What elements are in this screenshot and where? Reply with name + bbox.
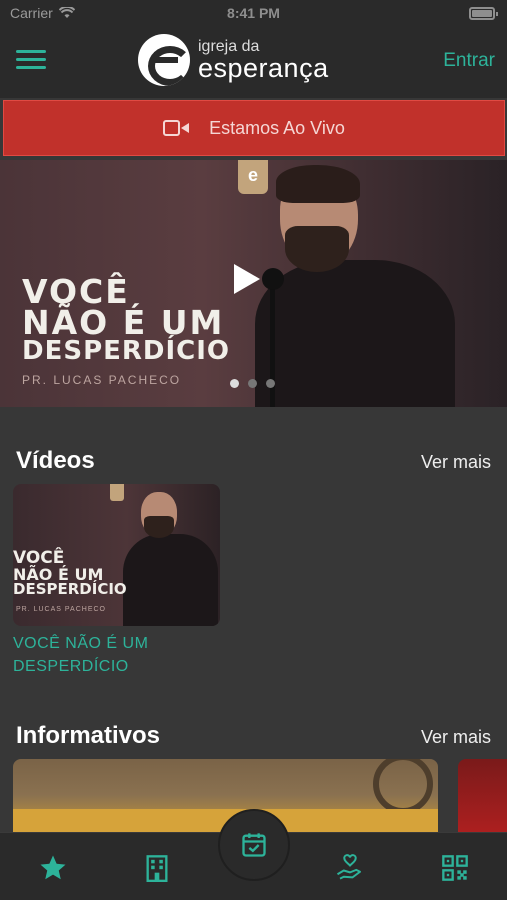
login-button[interactable]: Entrar bbox=[443, 50, 495, 72]
play-icon[interactable] bbox=[234, 264, 260, 294]
status-time: 8:41 PM bbox=[227, 5, 280, 21]
informativos-see-more-link[interactable]: Ver mais bbox=[421, 727, 491, 748]
hero-speaker-hair bbox=[276, 165, 360, 203]
star-icon bbox=[40, 855, 66, 880]
carousel-dot-2[interactable] bbox=[248, 379, 257, 388]
tab-donate[interactable] bbox=[333, 851, 367, 885]
hero-subtitle: PR. LUCAS PACHECO bbox=[22, 373, 182, 387]
hero-carousel[interactable]: e VOCÊ NÃO É UM DESPERDÍCIO PR. LUCAS PA… bbox=[0, 160, 507, 407]
logo-line-2: esperança bbox=[198, 52, 329, 83]
informativos-section-header: Informativos Ver mais bbox=[16, 722, 491, 750]
hero-title-line-3: DESPERDÍCIO bbox=[22, 335, 231, 366]
tab-favorites[interactable] bbox=[36, 851, 70, 885]
live-banner-button[interactable]: Estamos Ao Vivo bbox=[3, 100, 505, 156]
status-bar: Carrier 8:41 PM bbox=[0, 0, 507, 28]
church-logo: igreja da esperança bbox=[138, 34, 329, 86]
video-thumb-title: VOCÊ NÃO É UM DESPERDÍCIO bbox=[13, 550, 127, 597]
app-header: igreja da esperança Entrar bbox=[0, 28, 507, 98]
videos-section-title: Vídeos bbox=[16, 447, 95, 474]
live-banner-label: Estamos Ao Vivo bbox=[209, 117, 345, 138]
hero-speaker-beard bbox=[285, 226, 349, 272]
qr-code-icon bbox=[442, 855, 468, 881]
videos-section-header: Vídeos Ver mais bbox=[16, 447, 491, 475]
hero-speaker-body bbox=[255, 260, 455, 407]
carousel-dot-3[interactable] bbox=[266, 379, 275, 388]
logo-wordmark: igreja da esperança bbox=[198, 38, 329, 83]
hand-heart-icon bbox=[336, 854, 361, 880]
tab-church[interactable] bbox=[140, 851, 174, 885]
informativos-section-title: Informativos bbox=[16, 722, 161, 749]
carousel-pagination bbox=[230, 379, 275, 388]
informativo-card[interactable] bbox=[458, 759, 507, 839]
video-caption: VOCÊ NÃO É UM DESPERDÍCIO bbox=[13, 635, 149, 676]
hamburger-menu-icon[interactable] bbox=[16, 50, 46, 72]
video-speaker-body bbox=[123, 534, 218, 626]
hero-title-line-2: NÃO É UM bbox=[22, 303, 225, 343]
tab-qr-code[interactable] bbox=[438, 851, 472, 885]
carousel-dot-1[interactable] bbox=[230, 379, 239, 388]
video-thumb-subtitle: PR. LUCAS PACHECO bbox=[16, 606, 106, 613]
tab-agenda[interactable] bbox=[218, 809, 290, 881]
hero-title: VOCÊ NÃO É UM DESPERDÍCIO bbox=[22, 275, 231, 366]
calendar-check-icon bbox=[242, 833, 266, 857]
battery-icon bbox=[469, 7, 498, 20]
video-speaker-beard bbox=[144, 516, 174, 538]
video-thumb-line-3: DESPERDÍCIO bbox=[13, 580, 127, 599]
logo-mark-icon bbox=[138, 34, 190, 86]
hero-brand-badge: e bbox=[238, 160, 268, 194]
microphone-stand bbox=[270, 288, 275, 407]
microphone-icon bbox=[262, 268, 284, 290]
video-camera-icon bbox=[163, 120, 190, 136]
bottom-tab-bar bbox=[0, 809, 507, 900]
video-thumbnail: VOCÊ NÃO É UM DESPERDÍCIO PR. LUCAS PACH… bbox=[13, 484, 220, 626]
videos-see-more-link[interactable]: Ver mais bbox=[421, 452, 491, 473]
informativo-card-decoration bbox=[373, 759, 433, 814]
video-card[interactable]: VOCÊ NÃO É UM DESPERDÍCIO PR. LUCAS PACH… bbox=[13, 484, 220, 684]
building-icon bbox=[146, 855, 168, 882]
video-brand-badge bbox=[110, 484, 124, 501]
